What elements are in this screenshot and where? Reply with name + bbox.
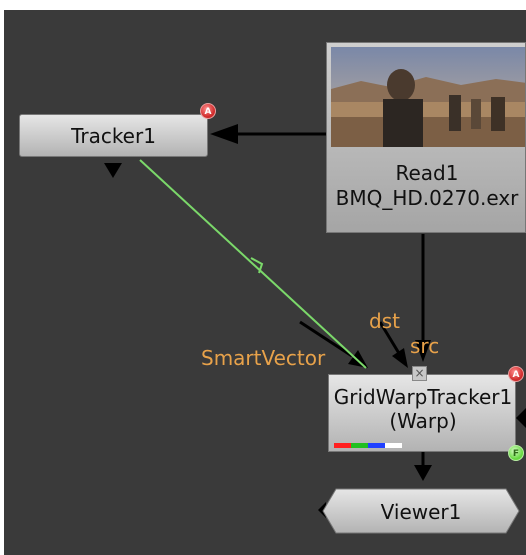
read1-label: Read1 [395, 161, 459, 185]
read1-node[interactable]: Read1 BMQ_HD.0270.exr [326, 42, 526, 233]
channel-red-swatch [334, 443, 351, 448]
channel-alpha-swatch [385, 443, 402, 448]
viewer1-node[interactable]: Viewer1 [322, 488, 520, 534]
arrowhead-tracker-input [210, 124, 238, 144]
viewer1-label: Viewer1 [380, 500, 462, 524]
desert-scene-thumbnail-image [331, 47, 525, 147]
src-input-handle-icon[interactable]: × [412, 366, 427, 381]
tracker-link-direction-icon [250, 257, 264, 274]
channel-green-swatch [351, 443, 368, 448]
gridwarptracker1-node[interactable]: GridWarpTracker1 (Warp) [328, 374, 516, 452]
arrowhead-dst-input [392, 348, 408, 368]
read1-filename: BMQ_HD.0270.exr [335, 186, 519, 210]
input-label-smartvector: SmartVector [201, 346, 326, 370]
input-label-src: src [410, 334, 440, 358]
tracker1-label: Tracker1 [71, 124, 156, 148]
read1-thumbnail [331, 47, 525, 147]
channel-blue-swatch [368, 443, 385, 448]
tracker-output-arrow [104, 163, 122, 178]
gridwarp-output-arrow [414, 465, 432, 481]
node-graph-canvas[interactable]: Tracker1 A Read1 BMQ_HD.0270.exr GridWar… [0, 0, 526, 555]
gridwarptracker1-class-label: (Warp) [389, 409, 457, 433]
arrowhead-smartvector-input [348, 350, 368, 368]
gridwarptracker1-label: GridWarpTracker1 [333, 385, 513, 409]
channel-indicator [334, 443, 402, 448]
gridwarp-status-badge: A [508, 366, 524, 382]
tracker1-status-badge: A [200, 103, 216, 119]
gridwarp-mask-badge: F [508, 445, 524, 461]
gridwarp-mask-input-arrow [516, 408, 526, 428]
input-label-dst: dst [369, 309, 400, 333]
tracker1-node[interactable]: Tracker1 [19, 114, 208, 157]
